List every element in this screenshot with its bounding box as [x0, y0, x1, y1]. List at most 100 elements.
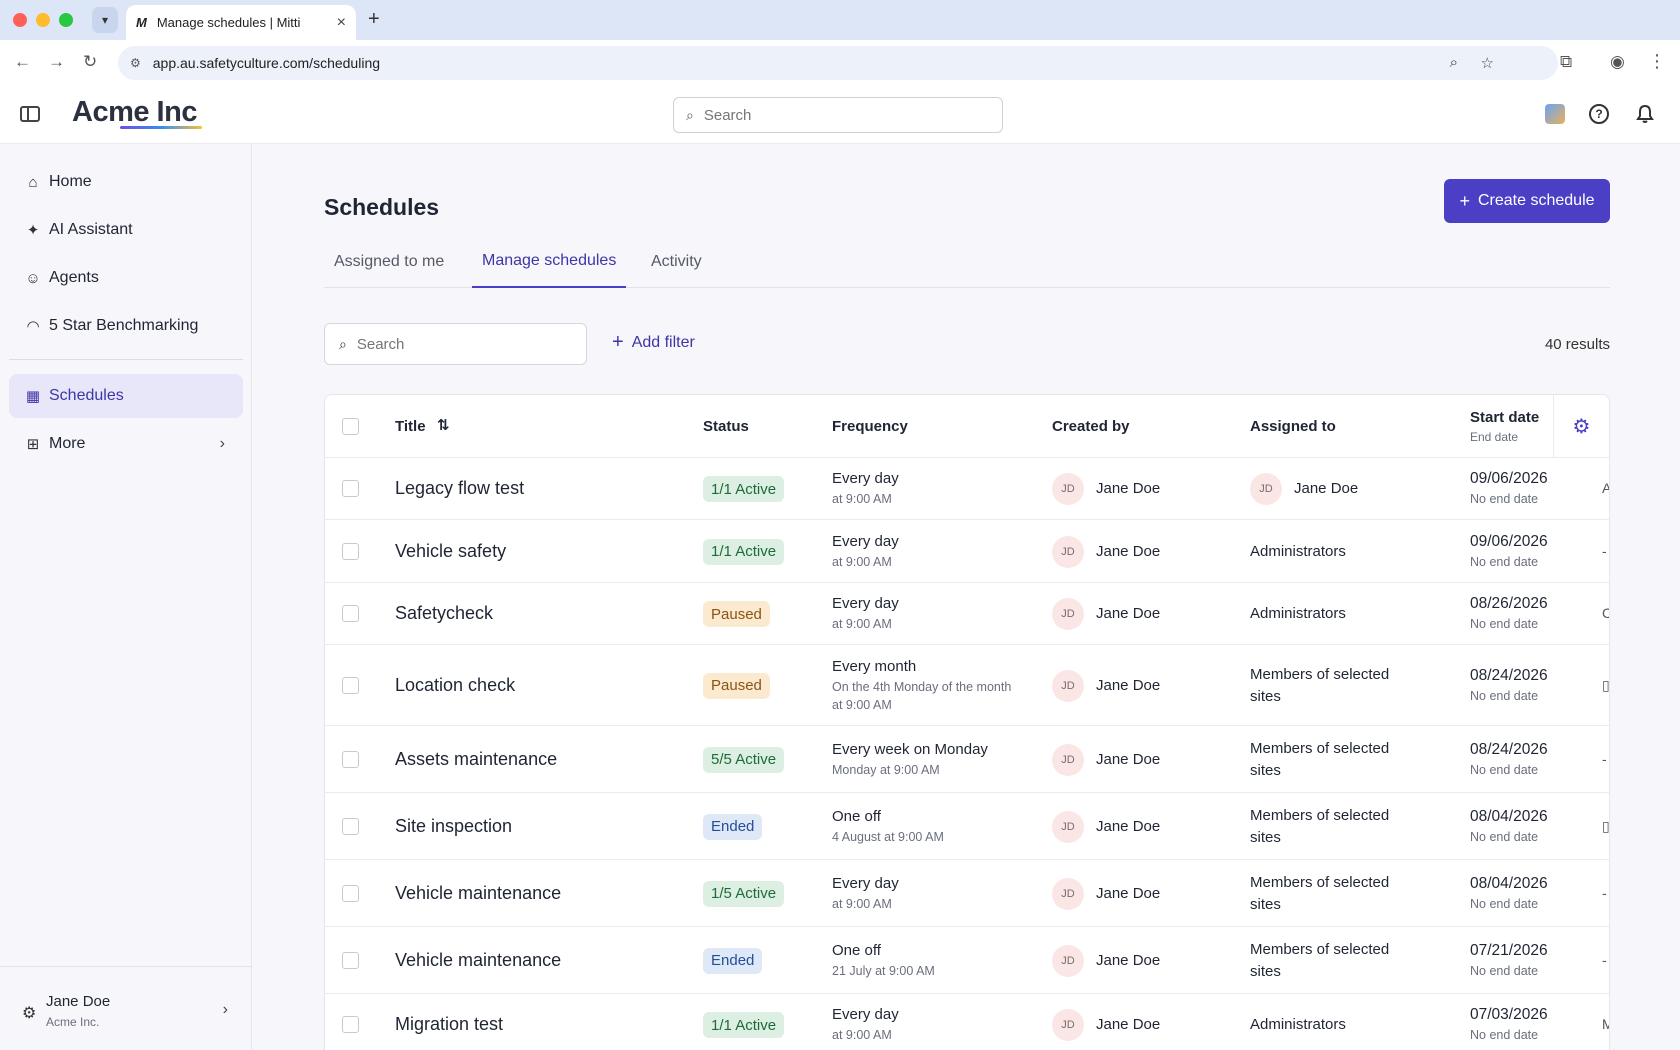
frequency-text: Every day: [832, 595, 899, 612]
overflow-cell: -: [1602, 951, 1607, 968]
creator-name: Jane Doe: [1096, 676, 1161, 694]
tab-activity[interactable]: Activity: [641, 236, 712, 288]
forward-icon[interactable]: →: [48, 52, 65, 72]
creator-name: Jane Doe: [1096, 605, 1161, 622]
row-checkbox[interactable]: [342, 817, 359, 835]
page-title: Schedules: [324, 194, 440, 220]
browser-menu-icon[interactable]: ⋮: [1648, 51, 1666, 72]
logo-underline: [120, 126, 202, 129]
sidebar-item-home[interactable]: ⌂ Home: [9, 160, 243, 204]
creator-name: Jane Doe: [1096, 817, 1161, 835]
table-row[interactable]: Vehicle maintenance 1/5 Active Every day at…: [325, 860, 1609, 927]
header-title[interactable]: Title: [395, 418, 426, 435]
assignee-name: Members of selected sites: [1250, 739, 1390, 779]
url-text[interactable]: app.au.safetyculture.com/scheduling: [153, 55, 380, 71]
sidebar-item-label: Agents: [49, 269, 99, 286]
minimize-window-button[interactable]: [36, 13, 50, 27]
end-date: No end date: [1470, 762, 1539, 777]
creator-name: Jane Doe: [1096, 1016, 1161, 1033]
bell-icon[interactable]: [1634, 103, 1656, 125]
tab-search-button[interactable]: ▾: [92, 7, 118, 33]
status-badge: 1/5 Active: [703, 880, 785, 907]
sidebar-item-label: 5 Star Benchmarking: [49, 317, 199, 334]
table-row[interactable]: Migration test 1/1 Active Every day at 9:00…: [325, 994, 1609, 1050]
frequency-detail: at 9:00 AM: [832, 617, 892, 631]
sort-icon[interactable]: ⇅: [437, 416, 450, 434]
row-checkbox[interactable]: [342, 951, 359, 969]
start-date: 08/04/2026: [1470, 807, 1548, 825]
app: Acme Inc ⌕ ? ⌂ Home ✦ AI Assistant ☺ Age…: [0, 86, 1680, 1050]
address-bar[interactable]: ⚙ app.au.safetyculture.com/scheduling ⌕ …: [118, 46, 1558, 80]
schedule-search[interactable]: ⌕: [324, 323, 587, 365]
column-settings-button[interactable]: ⚙: [1553, 395, 1609, 458]
table-row[interactable]: Vehicle maintenance Ended One off 21 July a…: [325, 927, 1609, 994]
create-schedule-button[interactable]: + Create schedule: [1444, 179, 1610, 223]
robot-icon: ☺: [25, 269, 41, 287]
maximize-window-button[interactable]: [59, 13, 73, 27]
tab-manage-schedules[interactable]: Manage schedules: [472, 236, 627, 288]
ai-assistant-icon[interactable]: [1545, 104, 1565, 124]
sidebar-item-ai-assistant[interactable]: ✦ AI Assistant: [9, 208, 243, 252]
schedule-title[interactable]: Assets maintenance: [395, 749, 557, 770]
profile-icon[interactable]: ◉: [1610, 52, 1625, 72]
schedule-title[interactable]: Location check: [395, 675, 515, 696]
close-tab-icon[interactable]: ×: [337, 14, 346, 32]
browser-tab-active[interactable]: M Manage schedules | Mitti ×: [126, 5, 356, 40]
close-window-button[interactable]: [13, 13, 27, 27]
schedule-title[interactable]: Migration test: [395, 1014, 503, 1035]
new-tab-button[interactable]: +: [368, 8, 380, 31]
schedule-title[interactable]: Legacy flow test: [395, 478, 524, 499]
schedule-title[interactable]: Site inspection: [395, 816, 512, 837]
frequency-text: One off: [832, 941, 881, 959]
row-checkbox[interactable]: [342, 884, 359, 902]
overflow-cell: ▯: [1602, 817, 1610, 834]
frequency-text: Every week on Monday: [832, 740, 988, 758]
sidebar-item-more[interactable]: ⊞ More ›: [9, 422, 243, 466]
schedule-title[interactable]: Safetycheck: [395, 603, 493, 624]
bookmark-star-icon[interactable]: ☆: [1481, 54, 1494, 72]
row-checkbox[interactable]: [342, 480, 359, 497]
creator-avatar: JD: [1052, 877, 1084, 910]
creator-avatar: JD: [1052, 743, 1084, 776]
schedule-title[interactable]: Vehicle maintenance: [395, 883, 561, 904]
select-all-checkbox[interactable]: [342, 418, 359, 435]
create-schedule-label: Create schedule: [1478, 192, 1595, 209]
user-menu[interactable]: ⚙ Jane Doe Acme Inc. ›: [0, 966, 252, 1050]
sidebar-item-agents[interactable]: ☺ Agents: [9, 256, 243, 300]
header-assigned-to: Assigned to: [1250, 418, 1336, 435]
global-search[interactable]: ⌕: [673, 97, 1003, 133]
table-row[interactable]: Site inspection Ended One off 4 August at 9…: [325, 793, 1609, 860]
assignee-name: Administrators: [1250, 542, 1346, 560]
gear-icon: ⚙: [22, 1005, 37, 1022]
table-row[interactable]: Assets maintenance 5/5 Active Every week o…: [325, 726, 1609, 793]
help-icon[interactable]: ?: [1589, 104, 1609, 124]
zoom-icon[interactable]: ⌕: [1450, 54, 1458, 71]
tab-assigned-to-me[interactable]: Assigned to me: [324, 236, 454, 288]
extensions-icon[interactable]: ⧉: [1560, 52, 1572, 72]
logo[interactable]: Acme Inc: [72, 96, 197, 129]
reload-icon[interactable]: ↻: [83, 52, 97, 72]
schedule-search-input[interactable]: [356, 335, 557, 353]
table-header: Title ⇅ Status Frequency Created by Assi…: [325, 395, 1609, 458]
row-checkbox[interactable]: [342, 605, 359, 622]
row-checkbox[interactable]: [342, 1016, 359, 1033]
schedule-title[interactable]: Vehicle maintenance: [395, 950, 561, 971]
table-row[interactable]: Vehicle safety 1/1 Active Every day at 9:00…: [325, 520, 1609, 583]
back-icon[interactable]: ←: [14, 52, 31, 72]
assignee-name: Members of selected sites: [1250, 665, 1390, 705]
overflow-cell: -: [1602, 750, 1607, 767]
sidebar-toggle-icon[interactable]: [20, 106, 40, 122]
table-row[interactable]: Location check Paused Every month On the 4t…: [325, 645, 1609, 726]
site-info-icon[interactable]: ⚙: [130, 56, 141, 70]
row-checkbox[interactable]: [342, 542, 359, 560]
global-search-input[interactable]: [703, 106, 964, 124]
table-row[interactable]: Safetycheck Paused Every day at 9:00 AM JD Ja…: [325, 583, 1609, 645]
sidebar-item-benchmarking[interactable]: ◠ 5 Star Benchmarking: [9, 304, 243, 348]
row-checkbox[interactable]: [342, 750, 359, 768]
schedule-title[interactable]: Vehicle safety: [395, 541, 506, 562]
add-filter-button[interactable]: + Add filter: [612, 331, 695, 354]
table-row[interactable]: Legacy flow test 1/1 Active Every day at 9:…: [325, 458, 1609, 520]
gear-icon: ⚙: [1572, 416, 1591, 438]
row-checkbox[interactable]: [342, 676, 359, 694]
sidebar-item-schedules[interactable]: ▦ Schedules: [9, 374, 243, 418]
